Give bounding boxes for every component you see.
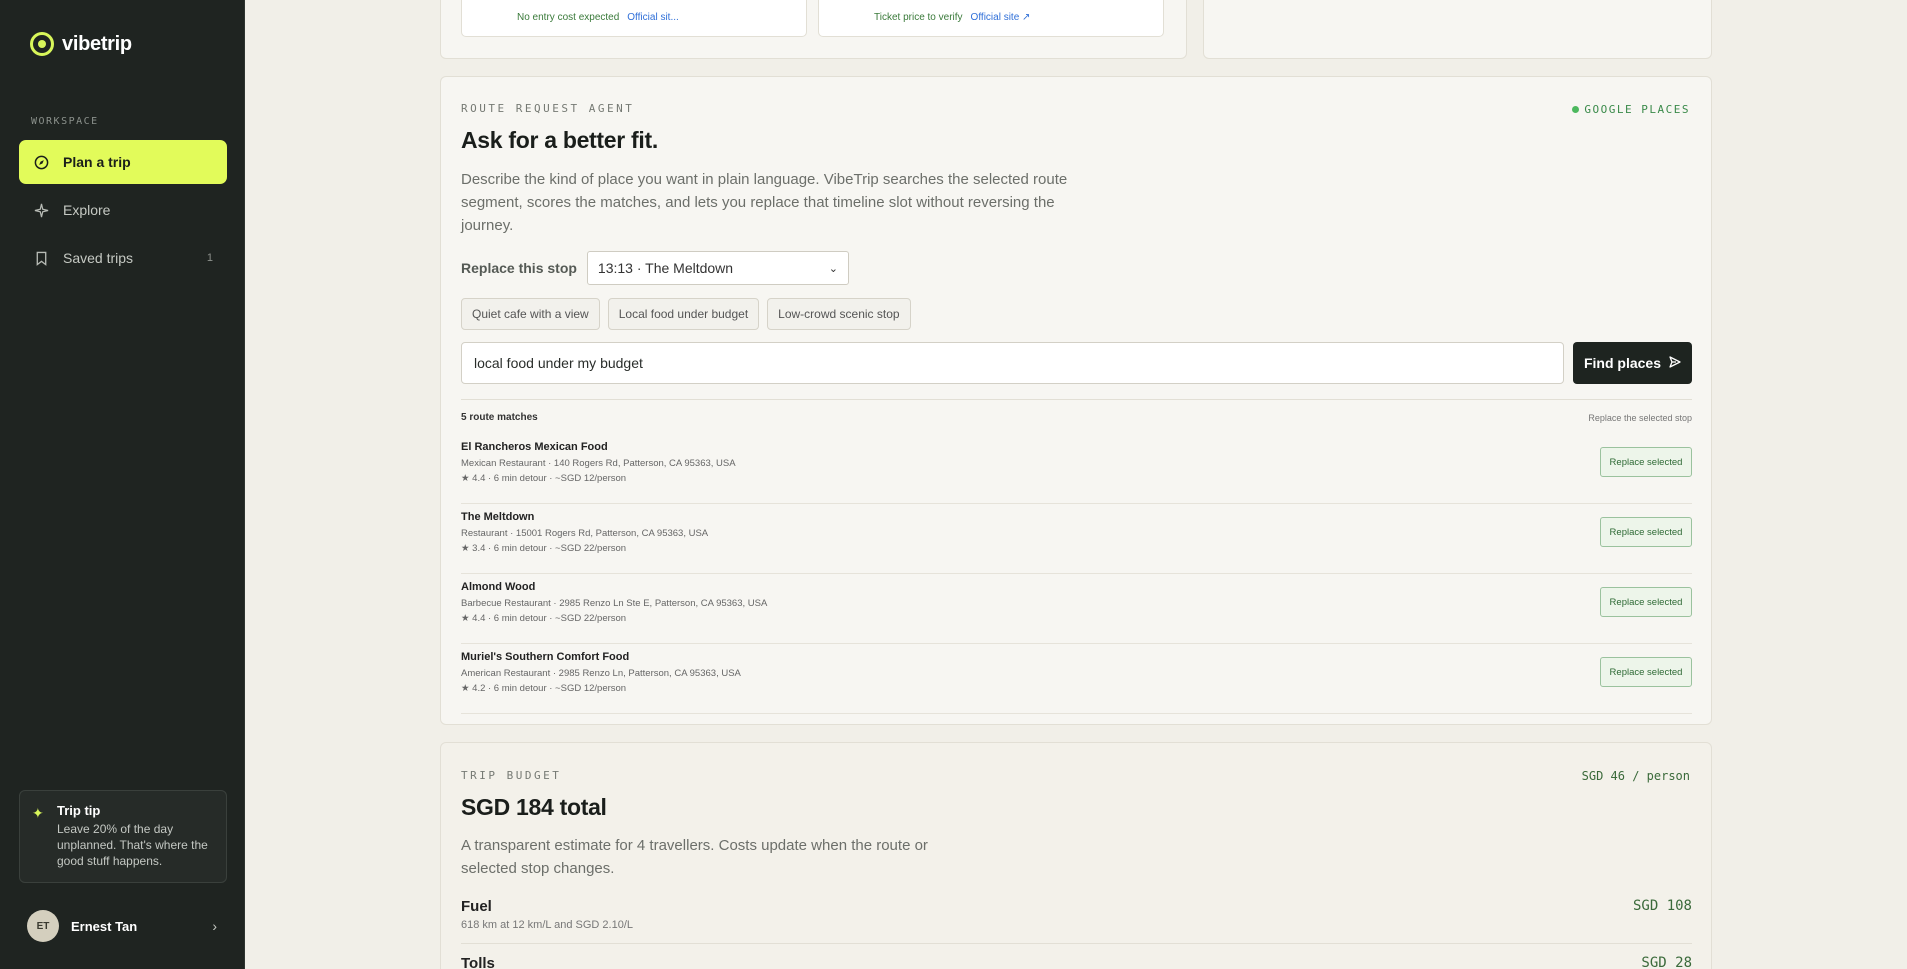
place-query-input[interactable] bbox=[461, 342, 1564, 384]
place-meta: ★ 4.4 · 6 min detour · ~SGD 12/person bbox=[461, 473, 627, 484]
match-count: 5 route matches bbox=[461, 412, 538, 423]
sidebar-nav: Plan a trip Explore Saved trips 1 bbox=[19, 140, 227, 284]
place-name: Muriel's Southern Comfort Food bbox=[461, 651, 630, 663]
line-item-title: Tolls bbox=[461, 955, 495, 969]
trip-tip-body: Leave 20% of the day unplanned. That's w… bbox=[57, 822, 208, 868]
replace-selected-button[interactable]: Replace selected bbox=[1600, 587, 1692, 617]
agent-eyebrow: ROUTE REQUEST AGENT bbox=[461, 102, 635, 115]
status-dot-icon bbox=[1572, 106, 1580, 113]
stop-select[interactable]: 13:13 · The Meltdown ⌄ bbox=[586, 251, 849, 285]
find-places-button[interactable]: Find places bbox=[1573, 342, 1692, 384]
place-meta: ★ 4.2 · 6 min detour · ~SGD 12/person bbox=[461, 683, 627, 694]
send-icon bbox=[1669, 355, 1681, 371]
route-stops-card: No entry cost expected Official sit... T… bbox=[440, 0, 1187, 59]
place-meta: ★ 4.4 · 6 min detour · ~SGD 22/person bbox=[461, 613, 627, 624]
place-name: The Meltdown bbox=[461, 511, 535, 523]
side-panel-card bbox=[1203, 0, 1712, 59]
line-item-value: SGD 108 bbox=[1632, 898, 1692, 914]
find-places-label: Find places bbox=[1583, 355, 1662, 371]
place-address: Mexican Restaurant · 140 Rogers Rd, Patt… bbox=[461, 458, 736, 469]
divider bbox=[461, 399, 1692, 400]
sparkle-icon: ✦ bbox=[32, 805, 44, 821]
budget-line-tolls: Tolls SGD 28 bbox=[461, 955, 1692, 969]
place-name: El Rancheros Mexican Food bbox=[461, 441, 608, 453]
stop-mini-card: Ticket price to verify Official site ↗ bbox=[818, 0, 1164, 37]
trip-tip-card: ✦ Trip tip Leave 20% of the day unplanne… bbox=[19, 790, 227, 883]
sidebar-item-plan-a-trip[interactable]: Plan a trip bbox=[19, 140, 227, 184]
line-item-title: Fuel bbox=[461, 898, 492, 915]
agent-description: Describe the kind of place you want in p… bbox=[461, 171, 1068, 234]
results-list: El Rancheros Mexican Food Mexican Restau… bbox=[461, 434, 1692, 714]
sidebar-item-explore[interactable]: Explore bbox=[19, 188, 227, 232]
stop-mini-card: No entry cost expected Official sit... bbox=[461, 0, 807, 37]
trip-tip-title: Trip tip bbox=[57, 803, 101, 818]
sidebar: vibetrip WORKSPACE Plan a trip Explore S… bbox=[0, 0, 245, 969]
budget-total: SGD 184 total bbox=[461, 794, 607, 820]
suggestion-chip[interactable]: Low-crowd scenic stop bbox=[767, 298, 911, 330]
avatar: ET bbox=[27, 910, 59, 942]
trip-budget-card: TRIP BUDGET SGD 46 / person SGD 184 tota… bbox=[440, 742, 1712, 969]
place-address: Restaurant · 15001 Rogers Rd, Patterson,… bbox=[461, 528, 709, 539]
suggestion-chips: Quiet cafe with a view Local food under … bbox=[461, 298, 911, 330]
google-places-badge: GOOGLE PLACES bbox=[1572, 103, 1690, 116]
match-hint: Replace the selected stop bbox=[1588, 412, 1692, 423]
budget-per-person: SGD 46 / person bbox=[1581, 769, 1690, 783]
google-places-label: GOOGLE PLACES bbox=[1584, 103, 1690, 116]
saved-trips-count: 1 bbox=[206, 252, 213, 264]
stop-cost-row: No entry cost expected Official sit... bbox=[517, 12, 679, 23]
replace-stop-label: Replace this stop bbox=[461, 260, 577, 276]
sidebar-item-label: Saved trips bbox=[63, 250, 134, 266]
matches-header: 5 route matches Replace the selected sto… bbox=[461, 412, 1692, 423]
compass-icon bbox=[33, 154, 49, 170]
line-item-value: SGD 28 bbox=[1641, 955, 1692, 969]
divider bbox=[461, 943, 1692, 944]
list-item: The Meltdown Restaurant · 15001 Rogers R… bbox=[461, 504, 1692, 574]
sparkle-icon bbox=[33, 202, 49, 218]
list-item: Almond Wood Barbecue Restaurant · 2985 R… bbox=[461, 574, 1692, 644]
brand-logo[interactable]: vibetrip bbox=[30, 32, 132, 56]
line-item-sub: 618 km at 12 km/L and SGD 2.10/L bbox=[461, 919, 634, 931]
agent-title: Ask for a better fit. bbox=[461, 127, 658, 153]
list-item: El Rancheros Mexican Food Mexican Restau… bbox=[461, 434, 1692, 504]
vibetrip-logo-icon bbox=[30, 32, 54, 56]
budget-eyebrow: TRIP BUDGET bbox=[461, 769, 562, 782]
budget-description: A transparent estimate for 4 travellers.… bbox=[461, 837, 928, 877]
sidebar-item-saved-trips[interactable]: Saved trips 1 bbox=[19, 236, 227, 280]
budget-line-fuel: Fuel 618 km at 12 km/L and SGD 2.10/L SG… bbox=[461, 898, 1692, 931]
place-address: American Restaurant · 2985 Renzo Ln, Pat… bbox=[461, 668, 741, 679]
suggestion-chip[interactable]: Local food under budget bbox=[607, 298, 760, 330]
stop-select-value: 13:13 · The Meltdown bbox=[597, 260, 734, 276]
bookmark-icon bbox=[33, 250, 49, 266]
entry-cost-text: Ticket price to verify bbox=[874, 12, 963, 23]
replace-selected-button[interactable]: Replace selected bbox=[1600, 447, 1692, 477]
chevron-right-icon: › bbox=[212, 918, 217, 934]
workspace-label: WORKSPACE bbox=[31, 116, 99, 127]
place-address: Barbecue Restaurant · 2985 Renzo Ln Ste … bbox=[461, 598, 768, 609]
chevron-down-icon: ⌄ bbox=[828, 262, 838, 275]
list-item: Muriel's Southern Comfort Food American … bbox=[461, 644, 1692, 714]
route-request-agent: ROUTE REQUEST AGENT GOOGLE PLACES Ask fo… bbox=[440, 76, 1712, 725]
place-name: Almond Wood bbox=[461, 581, 536, 593]
sidebar-item-label: Explore bbox=[63, 202, 111, 218]
brand-name: vibetrip bbox=[62, 32, 132, 55]
place-meta: ★ 3.4 · 6 min detour · ~SGD 22/person bbox=[461, 543, 627, 554]
user-name: Ernest Tan bbox=[71, 918, 138, 934]
replace-stop-row: Replace this stop 13:13 · The Meltdown ⌄ bbox=[461, 251, 849, 285]
stop-cost-row: Ticket price to verify Official site ↗ bbox=[874, 12, 1030, 23]
sidebar-item-label: Plan a trip bbox=[63, 154, 131, 170]
replace-selected-button[interactable]: Replace selected bbox=[1600, 657, 1692, 687]
entry-cost-text: No entry cost expected bbox=[517, 12, 620, 23]
official-site-link[interactable]: Official sit... bbox=[627, 12, 679, 23]
user-profile[interactable]: ET Ernest Tan › bbox=[27, 910, 217, 942]
replace-selected-button[interactable]: Replace selected bbox=[1600, 517, 1692, 547]
suggestion-chip[interactable]: Quiet cafe with a view bbox=[461, 298, 600, 330]
official-site-link[interactable]: Official site ↗ bbox=[971, 12, 1031, 23]
